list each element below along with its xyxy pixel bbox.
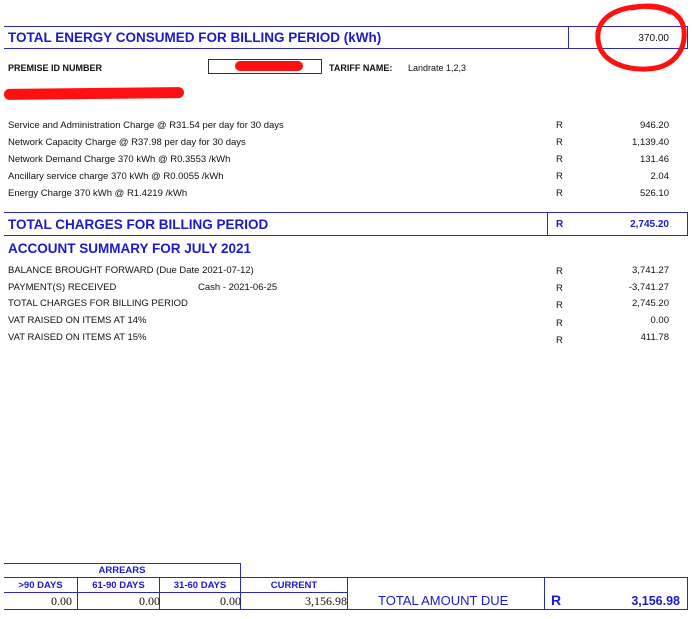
arrears-header-31-60-days: 31-60 DAYS [173, 580, 227, 591]
summary-currency: R [556, 266, 563, 277]
charge-currency: R [556, 154, 563, 165]
energy-top-border [4, 26, 688, 27]
charge-description: Network Demand Charge 370 kWh @ R0.3553 … [8, 154, 231, 165]
charge-amount: 1,139.40 [632, 137, 669, 148]
total-charges-amount: 2,745.20 [630, 219, 669, 230]
premise-id-label: PREMISE ID NUMBER [8, 63, 103, 73]
total-due-currency: R [551, 592, 562, 608]
name-redaction [3, 87, 185, 100]
total-charges-label: TOTAL CHARGES FOR BILLING PERIOD [8, 217, 269, 232]
total-due-right-border [687, 577, 688, 610]
charge-description: Energy Charge 370 kWh @ R1.4219 /kWh [8, 188, 188, 199]
total-due-divider [544, 577, 545, 610]
summary-payment-detail: Cash - 2021-06-25 [198, 282, 278, 293]
summary-amount: -3,741.27 [628, 282, 669, 293]
arrears-value-61-90-days: 0.00 [139, 594, 160, 608]
red-circle-annotation [595, 3, 687, 72]
summary-currency: R [556, 335, 563, 346]
total-charges-right-border [687, 212, 688, 236]
summary-amount: 0.00 [650, 315, 670, 326]
arrears-title-top-border [4, 563, 241, 564]
account-summary-title: ACCOUNT SUMMARY FOR JULY 2021 [8, 241, 252, 256]
energy-bottom-border [4, 48, 688, 49]
arrears-header-top-border [4, 577, 688, 578]
summary-description: TOTAL CHARGES FOR BILLING PERIOD [8, 298, 188, 309]
charge-currency: R [556, 137, 563, 148]
summary-description: VAT RAISED ON ITEMS AT 15% [8, 332, 147, 343]
premise-id-box [208, 59, 322, 74]
arrears-value-31-60-days: 0.00 [220, 594, 241, 608]
summary-description: PAYMENT(S) RECEIVED [8, 282, 117, 293]
energy-divider [568, 26, 569, 49]
total-charges-divider [547, 212, 548, 236]
arrears-header-90-days: >90 DAYS [18, 580, 63, 591]
charge-amount: 526.10 [639, 188, 669, 199]
energy-label: TOTAL ENERGY CONSUMED FOR BILLING PERIOD… [8, 30, 382, 45]
premise-id-redaction [235, 61, 303, 71]
summary-currency: R [556, 300, 563, 311]
arrears-header-61-90-days: 61-90 DAYS [92, 580, 145, 591]
charge-currency: R [556, 188, 563, 199]
arrears-value-current: 3,156.98 [305, 594, 347, 608]
tariff-name-label: TARIFF NAME: [329, 63, 393, 73]
charge-description: Service and Administration Charge @ R31.… [8, 120, 284, 131]
arrears-bottom-border [4, 609, 688, 610]
charge-description: Network Capacity Charge @ R37.98 per day… [8, 137, 246, 148]
summary-amount: 3,741.27 [632, 265, 669, 276]
charge-currency: R [556, 171, 563, 182]
arrears-header-bottom-border [4, 592, 348, 593]
summary-amount: 2,745.20 [632, 298, 669, 309]
total-due-amount: 3,156.98 [631, 594, 680, 608]
charge-description: Ancillary service charge 370 kWh @ R0.00… [8, 171, 224, 182]
charge-amount: 946.20 [639, 120, 669, 131]
total-due-label: TOTAL AMOUNT DUE [378, 593, 509, 608]
arrears-value-90-days: 0.00 [51, 594, 72, 608]
arrears-header-current: CURRENT [270, 580, 318, 591]
total-charges-bottom-border [4, 235, 688, 236]
summary-currency: R [556, 283, 563, 294]
summary-currency: R [556, 318, 563, 329]
arrears-title-right-border [240, 563, 241, 577]
charge-amount: 2.04 [650, 171, 670, 182]
charge-amount: 131.46 [639, 154, 669, 165]
charge-currency: R [556, 120, 563, 131]
total-charges-currency: R [556, 219, 564, 230]
summary-amount: 411.78 [640, 332, 669, 343]
total-charges-top-border [4, 212, 688, 213]
summary-description: BALANCE BROUGHT FORWARD (Due Date 2021-0… [8, 265, 254, 276]
arrears-col-divider [347, 577, 348, 610]
tariff-name-value: Landrate 1,2,3 [408, 63, 467, 73]
summary-description: VAT RAISED ON ITEMS AT 14% [8, 315, 147, 326]
arrears-title: ARREARS [98, 565, 146, 576]
